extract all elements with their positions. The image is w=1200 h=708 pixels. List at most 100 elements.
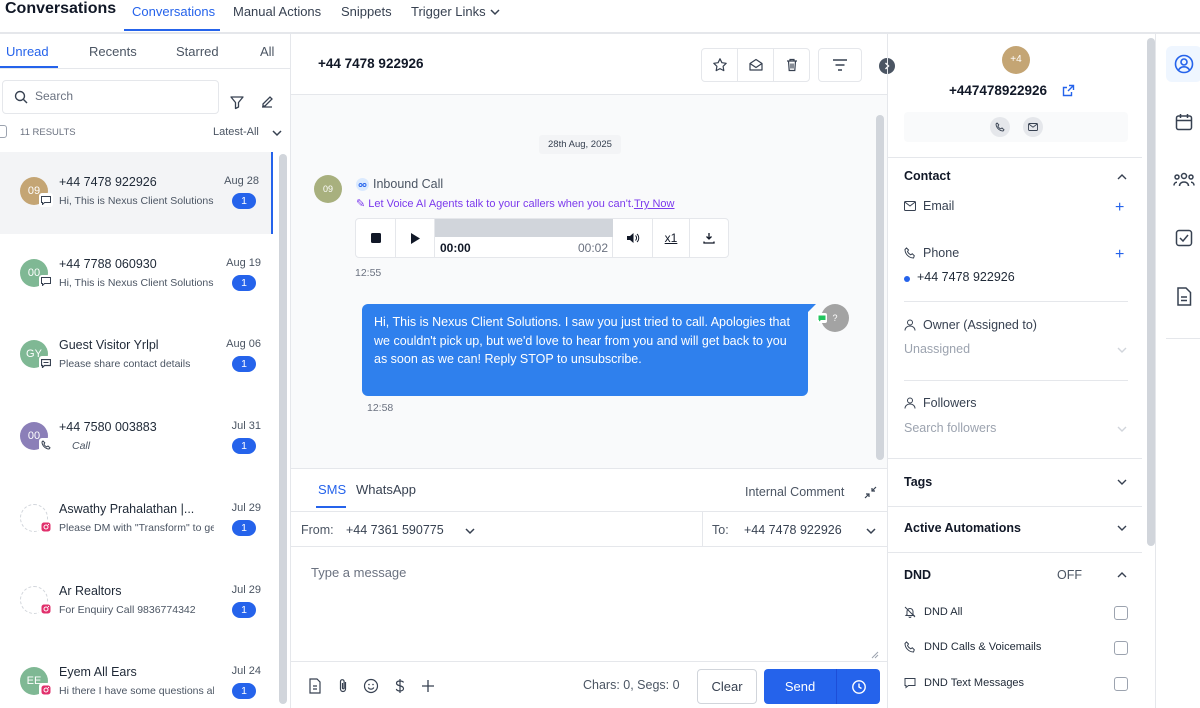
nav-tab-snippets[interactable]: Snippets (341, 4, 392, 19)
playback-speed-button[interactable]: x1 (653, 219, 690, 257)
sort-select[interactable]: Latest-All (213, 126, 259, 138)
minimize-icon[interactable] (864, 486, 877, 499)
conversation-item[interactable]: Aswathy Prahalathan |... Please DM with "… (0, 479, 273, 561)
dnd-calls-checkbox[interactable] (1114, 641, 1128, 655)
nav-tab-conversations[interactable]: Conversations (132, 4, 215, 19)
nav-tab-trigger-links[interactable]: Trigger Links (411, 4, 486, 19)
tab-all[interactable]: All (260, 44, 274, 59)
from-number-select[interactable]: +44 7361 590775 (346, 523, 444, 537)
rail-tasks-button[interactable] (1166, 220, 1200, 256)
voice-ai-promo: ✎ Let Voice AI Agents talk to your calle… (356, 197, 674, 210)
trash-icon (784, 57, 800, 73)
stop-button[interactable] (356, 219, 396, 257)
chevron-down-icon[interactable] (1116, 423, 1128, 435)
tab-starred[interactable]: Starred (176, 44, 219, 59)
snippet-icon[interactable] (305, 676, 325, 696)
contact-phone-heading: +447478922926 (949, 83, 1047, 98)
phone-value[interactable]: +44 7478 922926 (917, 270, 1015, 284)
emoji-icon[interactable] (361, 676, 381, 696)
internal-comment-toggle[interactable]: Internal Comment (745, 485, 844, 499)
attachment-icon[interactable] (333, 676, 353, 696)
chevron-down-icon[interactable] (1116, 522, 1128, 534)
send-button[interactable]: Send (764, 669, 836, 704)
play-button[interactable] (396, 219, 435, 257)
tags-section-title[interactable]: Tags (904, 475, 932, 489)
rail-calendar-button[interactable] (1166, 104, 1200, 140)
volume-icon (626, 232, 640, 244)
message-filter-button[interactable] (818, 48, 862, 82)
try-now-link[interactable]: Try Now (634, 198, 675, 210)
call-icon[interactable] (990, 117, 1010, 137)
owner-select[interactable]: Unassigned (904, 342, 970, 356)
tab-unread[interactable]: Unread (6, 44, 49, 59)
tab-sms[interactable]: SMS (318, 482, 346, 497)
sort-chevron-icon[interactable] (271, 127, 283, 139)
delete-button[interactable] (774, 49, 810, 81)
bell-off-icon (904, 606, 916, 618)
followers-select[interactable]: Search followers (904, 421, 996, 435)
conversation-item[interactable]: 00 +44 7580 003883 Call Jul 31 1 (0, 397, 273, 479)
nav-tab-manual-actions[interactable]: Manual Actions (233, 4, 321, 19)
unread-count-badge: 1 (232, 601, 256, 618)
phone-label: Phone (923, 246, 960, 260)
conversation-preview: Call (72, 440, 91, 453)
calendar-icon (1175, 113, 1193, 131)
select-all-checkbox[interactable] (0, 125, 7, 138)
chevron-down-icon[interactable] (464, 525, 476, 537)
chevron-down-icon[interactable] (1116, 476, 1128, 488)
tab-whatsapp[interactable]: WhatsApp (356, 482, 416, 497)
rail-contact-button[interactable] (1166, 46, 1200, 82)
message-input[interactable] (311, 565, 871, 645)
side-rail (1155, 34, 1200, 708)
external-link-icon[interactable] (1062, 84, 1075, 97)
message-thread: 28th Aug, 2025 09 Inbound Call ✎ Let Voi… (291, 94, 887, 468)
chevron-up-icon[interactable] (1116, 171, 1128, 183)
dnd-all-checkbox[interactable] (1114, 606, 1128, 620)
unread-count-badge: 1 (232, 356, 256, 373)
conversation-item[interactable]: EE Eyem All Ears Hi there I have some ques… (0, 642, 273, 708)
conversation-item[interactable]: GY Guest Visitor Yrlpl Please share contac… (0, 315, 273, 397)
message-time: 12:58 (367, 402, 394, 414)
resize-handle-icon[interactable] (871, 651, 879, 659)
audio-total-time: 00:02 (577, 241, 608, 255)
filter-icon[interactable] (229, 94, 245, 110)
add-phone-icon[interactable]: + (1115, 247, 1124, 263)
compose-icon[interactable] (259, 94, 275, 110)
divider (1166, 338, 1200, 339)
scrollbar[interactable] (876, 115, 884, 460)
search-input[interactable] (35, 89, 205, 103)
chevron-up-icon[interactable] (1116, 569, 1128, 581)
add-email-icon[interactable]: + (1115, 200, 1124, 216)
dnd-text-checkbox[interactable] (1114, 677, 1128, 691)
chevron-down-icon[interactable] (489, 6, 501, 18)
audio-progress-track[interactable]: 00:00 00:02 (435, 219, 613, 257)
mark-read-button[interactable] (738, 49, 774, 81)
schedule-button[interactable] (836, 669, 880, 704)
chevron-down-icon[interactable] (1116, 344, 1128, 356)
scrollbar[interactable] (1147, 38, 1155, 546)
conversation-preview: Please share contact details (59, 358, 191, 371)
dnd-section-title[interactable]: DND (904, 568, 931, 582)
volume-button[interactable] (613, 219, 653, 257)
rail-opportunities-button[interactable] (1166, 162, 1200, 198)
automations-section-title[interactable]: Active Automations (904, 521, 1021, 535)
message-icon (904, 677, 916, 689)
checkbox-icon (1175, 229, 1193, 247)
rail-notes-button[interactable] (1166, 278, 1200, 314)
conversation-item[interactable]: 00 +44 7788 060930 Hi, This is Nexus Clien… (0, 234, 273, 316)
tab-recents[interactable]: Recents (89, 44, 137, 59)
play-icon (409, 232, 421, 245)
scrollbar[interactable] (279, 154, 287, 704)
star-button[interactable] (702, 49, 738, 81)
email-icon[interactable] (1023, 117, 1043, 137)
audio-progress-bar[interactable] (435, 219, 613, 237)
download-button[interactable] (690, 219, 728, 257)
plus-icon[interactable] (418, 676, 438, 696)
conversation-item[interactable]: Ar Realtors For Enquiry Call 9836774342 Ju… (0, 561, 273, 643)
clear-button[interactable]: Clear (697, 669, 757, 704)
to-number-select[interactable]: +44 7478 922926 (744, 523, 842, 537)
divider (888, 552, 1142, 553)
payment-dollar-icon[interactable] (390, 676, 410, 696)
conversation-item[interactable]: 09 +44 7478 922926 Hi, This is Nexus Clien… (0, 152, 273, 234)
chevron-down-icon[interactable] (865, 525, 877, 537)
